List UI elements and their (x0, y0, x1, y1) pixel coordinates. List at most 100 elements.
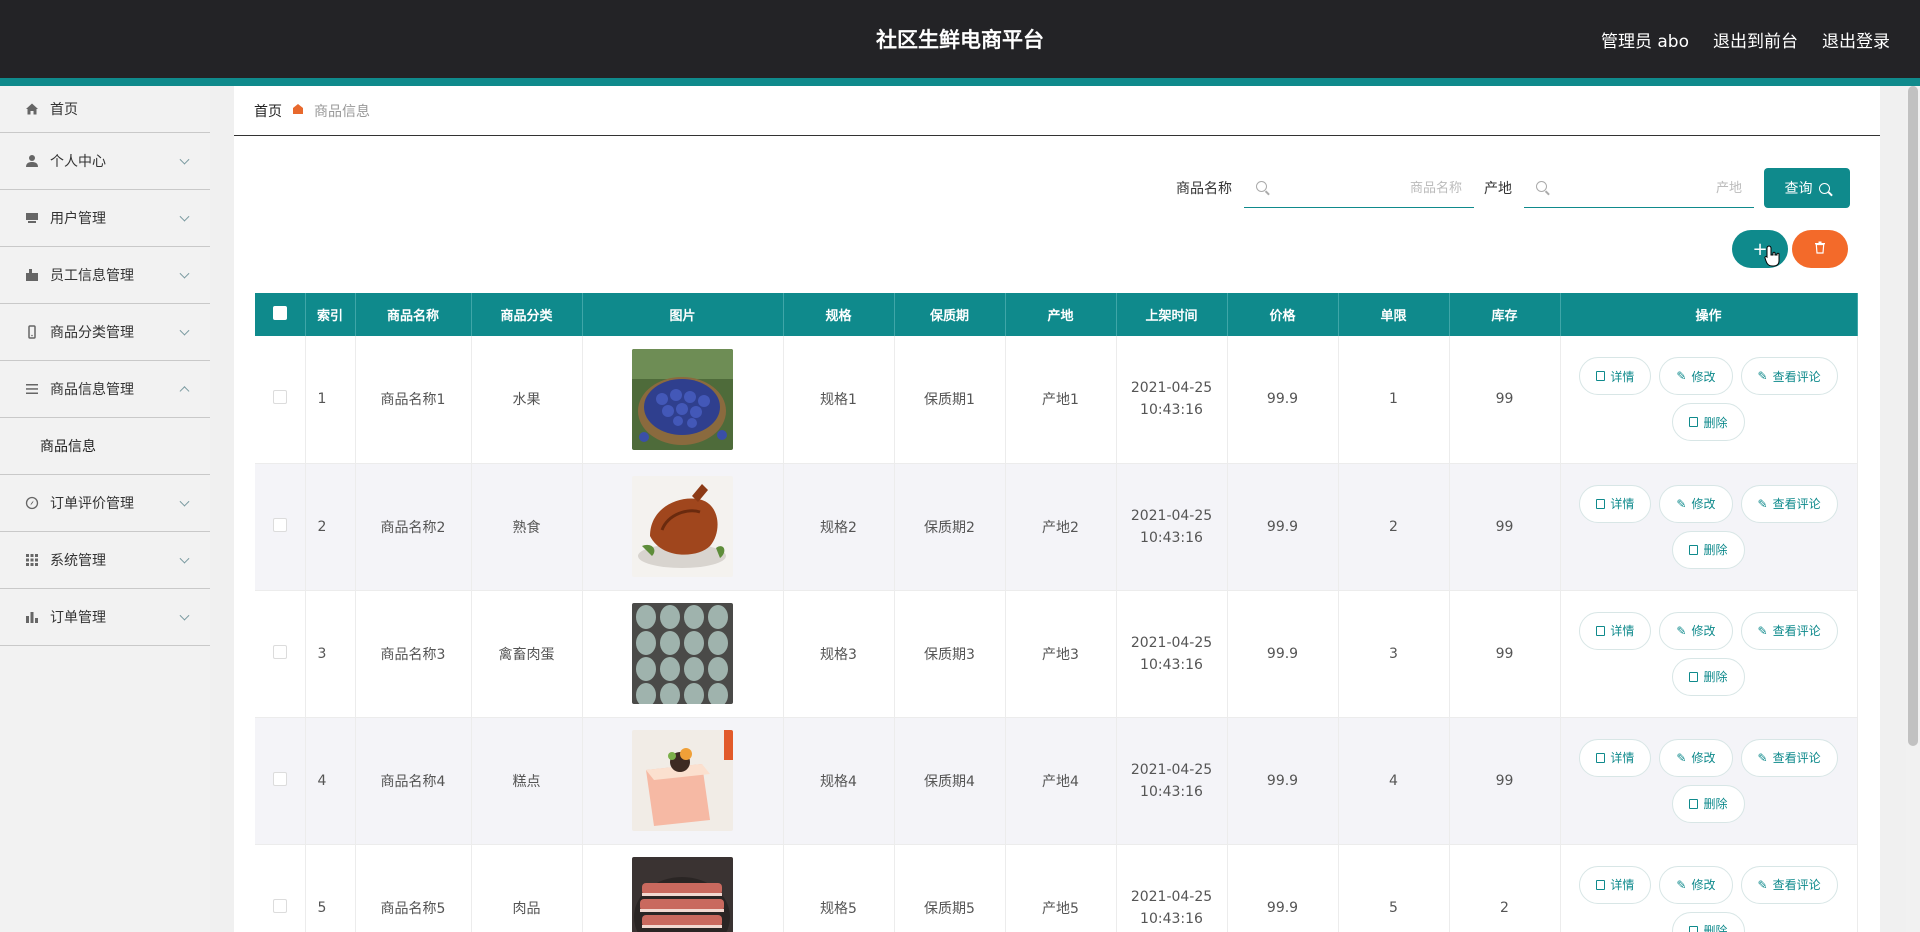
hand-cursor-icon (1764, 245, 1782, 267)
logout-link[interactable]: 退出登录 (1822, 27, 1890, 52)
detail-label: 详情 (1610, 878, 1635, 892)
sidebar-subitem-goods-info[interactable]: 商品信息 (0, 418, 210, 475)
cell-price: 99.9 (1227, 463, 1339, 591)
cell-limit: 2 (1338, 463, 1450, 591)
row-checkbox[interactable] (272, 898, 287, 913)
cell-name: 商品名称3 (355, 590, 472, 718)
table-row: 1 商品名称1 水果 规格1 保质期1 产地1 2021-04-25 10:43… (255, 336, 1858, 464)
listed-time: 10:43:16 (1140, 402, 1203, 419)
comments-label: 查看评论 (1772, 751, 1821, 765)
edit-button[interactable]: ✎ 修改 (1659, 611, 1733, 650)
origin-search-input[interactable] (1554, 176, 1742, 200)
cell-limit: 4 (1338, 717, 1450, 845)
sidebar-item-label: 订单管理 (50, 610, 106, 626)
sidebar-item-system[interactable]: 系统管理 (0, 532, 210, 589)
sidebar-item-category[interactable]: 商品分类管理 (0, 304, 210, 361)
view-comments-button[interactable]: ✎ 查看评论 (1740, 865, 1838, 904)
chevron-down-icon (179, 325, 190, 336)
sidebar-item-order-review[interactable]: 订单评价管理 (0, 475, 210, 532)
column-header: 上架时间 (1116, 293, 1228, 336)
product-image-meat[interactable] (632, 857, 733, 932)
sidebar-item-label: 商品分类管理 (50, 325, 134, 341)
view-comments-button[interactable]: ✎ 查看评论 (1740, 484, 1838, 523)
edit-button[interactable]: ✎ 修改 (1659, 865, 1733, 904)
view-comments-button[interactable]: ✎ 查看评论 (1740, 611, 1838, 650)
listed-date: 2021-04-25 (1130, 634, 1213, 651)
cell-index: 5 (305, 844, 356, 932)
delete-button[interactable]: 删除 (1672, 403, 1745, 442)
detail-button[interactable]: 详情 (1579, 865, 1652, 904)
delete-button[interactable]: 删除 (1672, 784, 1745, 823)
query-button[interactable]: 查询 (1764, 168, 1850, 208)
pencil-icon: ✎ (1676, 750, 1687, 765)
breadcrumb-separator-icon (292, 103, 304, 118)
sidebar-item-orders[interactable]: 订单管理 (0, 589, 210, 646)
top-header: 社区生鲜电商平台 管理员 abo 退出到前台 退出登录 (0, 0, 1920, 78)
scrollbar-thumb[interactable] (1908, 86, 1918, 746)
delete-button[interactable]: 删除 (1672, 911, 1745, 932)
cell-listed-time: 2021-04-25 10:43:16 (1116, 336, 1228, 464)
column-header: 商品分类 (471, 293, 583, 336)
column-header: 保质期 (894, 293, 1006, 336)
detail-button[interactable]: 详情 (1579, 738, 1652, 777)
delete-button[interactable]: 删除 (1672, 530, 1745, 569)
column-header: 价格 (1227, 293, 1339, 336)
name-search-input[interactable] (1274, 176, 1462, 200)
sidebar-item-staff[interactable]: 员工信息管理 (0, 247, 210, 304)
edit-label: 修改 (1691, 624, 1716, 638)
users-icon (24, 210, 40, 226)
user-icon (24, 153, 40, 169)
sidebar-item-home[interactable]: 首页 (0, 86, 210, 133)
cell-ops: 详情 ✎ 修改 ✎ 查看评论 删除 (1560, 336, 1858, 464)
row-checkbox[interactable] (272, 390, 287, 405)
select-all-checkbox[interactable] (272, 305, 287, 320)
pencil-icon: ✎ (1676, 496, 1687, 511)
detail-button[interactable]: 详情 (1579, 484, 1652, 523)
product-image-blueberries[interactable] (632, 348, 733, 450)
product-image-eggs[interactable] (632, 603, 733, 704)
cell-spec: 规格1 (783, 336, 895, 464)
bar-chart-icon (24, 609, 40, 625)
delete-button[interactable]: 删除 (1672, 657, 1745, 696)
sidebar-item-profile[interactable]: 个人中心 (0, 133, 210, 190)
listed-time: 10:43:16 (1140, 783, 1203, 800)
cell-origin: 产地1 (1005, 336, 1117, 464)
cell-limit: 3 (1338, 590, 1450, 718)
batch-delete-button[interactable] (1792, 230, 1848, 268)
table-row: 3 商品名称3 禽畜肉蛋 规格3 保质期3 产地3 2021-04-25 10:… (255, 590, 1858, 718)
edit-button[interactable]: ✎ 修改 (1659, 738, 1733, 777)
cell-spec: 规格4 (783, 717, 895, 845)
detail-button[interactable]: 详情 (1579, 611, 1652, 650)
query-button-label: 查询 (1784, 181, 1813, 197)
sidebar-item-users[interactable]: 用户管理 (0, 190, 210, 247)
row-checkbox[interactable] (272, 517, 287, 532)
breadcrumb: 首页 商品信息 (234, 86, 1880, 136)
row-checkbox[interactable] (272, 644, 287, 659)
view-comments-button[interactable]: ✎ 查看评论 (1740, 738, 1838, 777)
breadcrumb-home[interactable]: 首页 (254, 101, 282, 121)
column-header: 操作 (1560, 293, 1858, 336)
product-image-cake[interactable] (632, 730, 733, 831)
detail-button[interactable]: 详情 (1579, 357, 1652, 396)
row-checkbox[interactable] (272, 771, 287, 786)
edit-button[interactable]: ✎ 修改 (1659, 357, 1733, 396)
document-icon (1596, 498, 1606, 509)
edit-button[interactable]: ✎ 修改 (1659, 484, 1733, 523)
cell-listed-time: 2021-04-25 10:43:16 (1116, 590, 1228, 718)
view-comments-button[interactable]: ✎ 查看评论 (1740, 357, 1838, 396)
chevron-down-icon (179, 496, 190, 507)
cell-shelf-life: 保质期5 (894, 844, 1006, 932)
cell-spec: 规格5 (783, 844, 895, 932)
table-header-row: 索引 商品名称 商品分类 图片 规格 保质期 产地 上架时间 价格 单限 库存 … (255, 293, 1858, 336)
chevron-down-icon (179, 211, 190, 222)
cell-index: 3 (305, 590, 356, 718)
table-row: 2 商品名称2 熟食 规格2 保质期2 产地2 2021-04-25 10:43… (255, 463, 1858, 591)
sidebar-item-goods-management[interactable]: 商品信息管理 (0, 361, 210, 418)
vertical-scrollbar[interactable] (1906, 86, 1920, 932)
cell-stock: 99 (1449, 336, 1561, 464)
product-image-roast-duck[interactable] (632, 476, 733, 577)
sidebar-item-label: 用户管理 (50, 211, 106, 227)
exit-front-link[interactable]: 退出到前台 (1713, 27, 1798, 52)
column-header: 库存 (1449, 293, 1561, 336)
name-search-label: 商品名称 (1176, 181, 1232, 197)
